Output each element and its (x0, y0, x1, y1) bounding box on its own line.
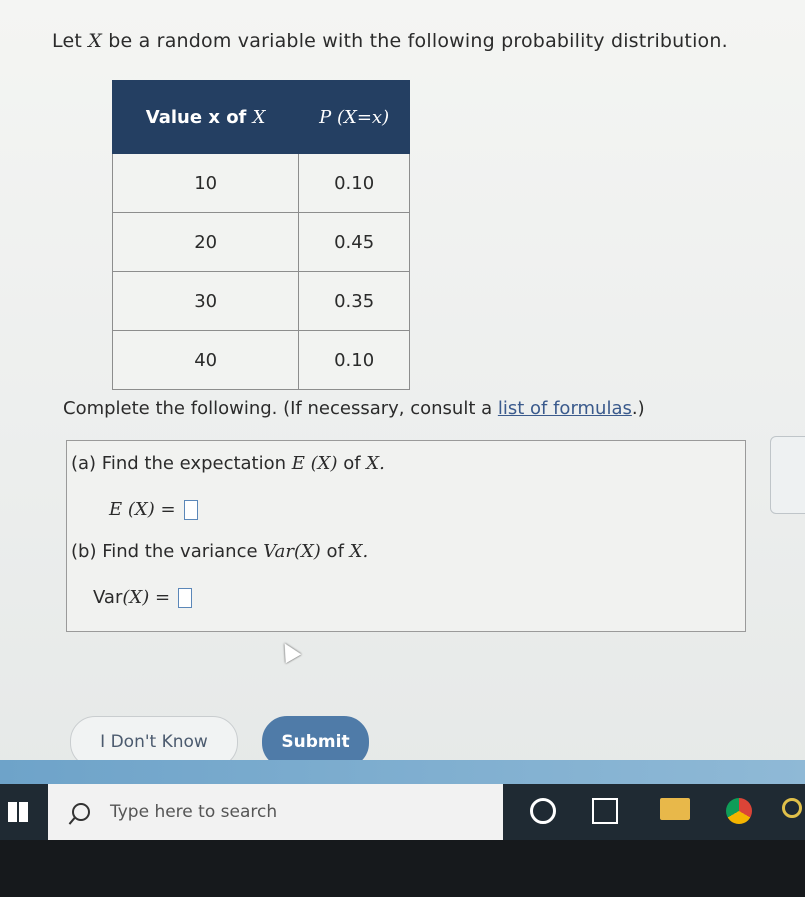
browser-content: Let X be a random variable with the foll… (0, 0, 805, 782)
task-view-icon[interactable] (592, 798, 618, 824)
col2-label: P (X=x) (319, 106, 390, 128)
part-b-answer-row: Var(X) = (93, 587, 193, 608)
table-row: 20 0.45 (111, 212, 410, 272)
instructions-suffix: .) (631, 398, 645, 419)
instructions: Complete the following. (If necessary, c… (63, 398, 645, 419)
side-panel-tab[interactable] (770, 436, 805, 514)
col1-variable: X (252, 106, 266, 128)
part-a-text: (a) Find the expectation (71, 453, 292, 474)
answer-panel: (a) Find the expectation E (X) of X. E (… (66, 440, 746, 632)
mouse-cursor-icon (276, 638, 302, 664)
chrome-icon[interactable] (726, 798, 752, 824)
part-a-answer-row: E (X) = (109, 499, 198, 520)
part-b-of: of (320, 541, 350, 562)
windows-start-icon[interactable] (8, 802, 28, 822)
taskbar: Type here to search (0, 784, 805, 840)
expectation-input[interactable] (183, 499, 198, 520)
table-row: 40 0.10 (111, 330, 410, 390)
intro-text-start: Let (52, 30, 89, 52)
intro-variable: X (88, 30, 102, 52)
cortana-icon[interactable] (530, 798, 556, 824)
intro-text-end: be a random variable with the following … (101, 30, 728, 52)
part-a-expression: E (X) (291, 453, 338, 474)
table-header-row: Value x of X P (X=x) (111, 80, 410, 154)
formulas-link[interactable]: list of formulas (498, 398, 632, 419)
variance-input[interactable] (178, 587, 193, 608)
search-icon (72, 803, 90, 821)
probability-cell: 0.45 (298, 212, 410, 272)
column-header-probability: P (X=x) (298, 80, 410, 154)
probability-cell: 0.10 (298, 153, 410, 213)
screen-edge (0, 760, 805, 784)
part-a-of: of (337, 453, 367, 474)
probability-cell: 0.10 (298, 330, 410, 390)
value-cell: 30 (111, 271, 300, 331)
variance-fn-label: Var (93, 587, 123, 608)
value-cell: 10 (111, 153, 300, 213)
question-intro: Let X be a random variable with the foll… (52, 30, 728, 52)
probability-table: Value x of X P (X=x) 10 0.10 20 0.45 30 … (111, 80, 410, 390)
taskbar-search-box[interactable]: Type here to search (48, 784, 503, 840)
part-a-prompt: (a) Find the expectation E (X) of X. (71, 453, 385, 474)
variance-label: (X) = (122, 587, 171, 608)
table-row: 30 0.35 (111, 271, 410, 331)
part-b-text: (b) Find the variance (71, 541, 264, 562)
instructions-text: Complete the following. (If necessary, c… (63, 398, 498, 419)
value-cell: 40 (111, 330, 300, 390)
part-b-prompt: (b) Find the variance Var(X) of X. (71, 541, 368, 562)
value-cell: 20 (111, 212, 300, 272)
column-header-value: Value x of X (111, 80, 300, 154)
part-b-variable: X. (349, 541, 369, 562)
search-placeholder: Type here to search (110, 802, 278, 822)
table-row: 10 0.10 (111, 153, 410, 213)
expectation-label: E (X) = (109, 499, 176, 520)
app-icon[interactable] (782, 798, 802, 818)
col1-label: Value x of (145, 106, 253, 128)
part-a-variable: X. (366, 453, 385, 474)
probability-cell: 0.35 (298, 271, 410, 331)
part-b-expression: Var(X) (263, 541, 321, 562)
monitor-bezel (0, 840, 805, 897)
file-explorer-icon[interactable] (660, 798, 690, 820)
